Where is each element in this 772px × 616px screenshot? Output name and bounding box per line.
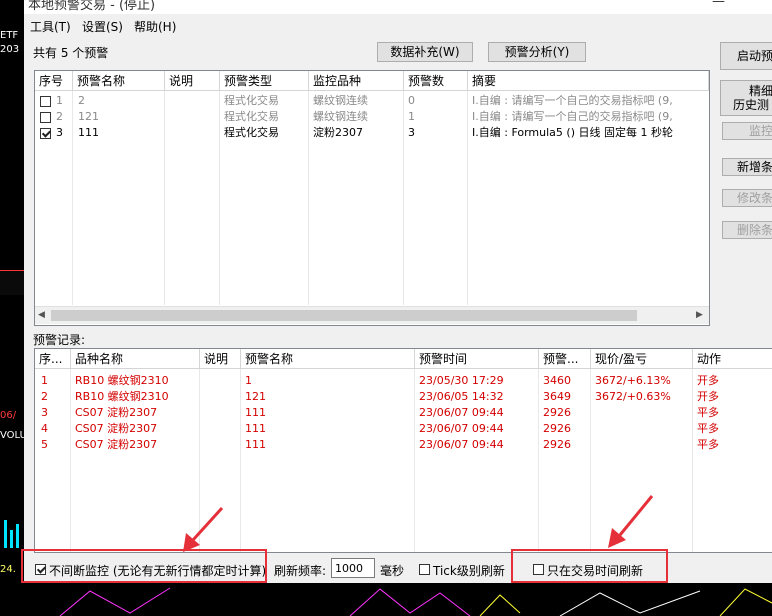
annotation-arrows bbox=[183, 495, 654, 552]
